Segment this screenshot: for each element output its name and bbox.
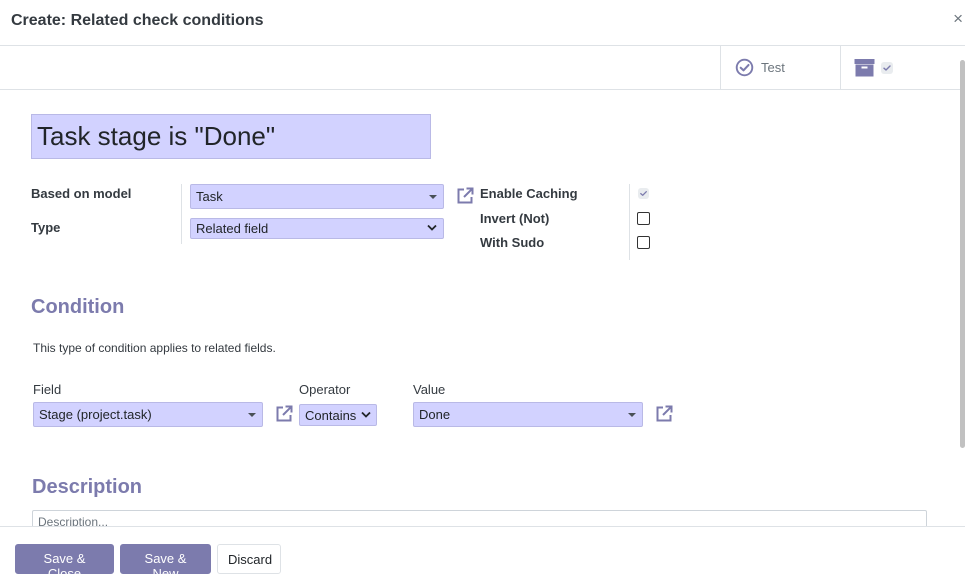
invert-checkbox[interactable] bbox=[637, 212, 650, 225]
type-select[interactable]: Related field bbox=[190, 218, 444, 239]
with-sudo-label: With Sudo bbox=[480, 235, 545, 250]
dropdown-caret-icon bbox=[429, 195, 437, 199]
value-value: Done bbox=[419, 407, 451, 422]
dialog-footer: Save & Close Save & New Discard bbox=[0, 526, 965, 584]
value-select[interactable]: Done bbox=[413, 402, 643, 427]
field-select[interactable]: Stage (project.task) bbox=[33, 402, 263, 427]
field-label: Field bbox=[33, 382, 62, 397]
type-label: Type bbox=[31, 220, 61, 235]
scrollbar[interactable] bbox=[960, 60, 965, 448]
label-divider-right bbox=[629, 184, 630, 260]
dialog-title: Create: Related check conditions bbox=[11, 12, 264, 29]
check-circle-icon bbox=[735, 58, 754, 77]
based-on-model-select[interactable]: Task bbox=[190, 184, 444, 209]
enable-caching-label: Enable Caching bbox=[480, 186, 578, 201]
save-new-button[interactable]: Save & New bbox=[120, 544, 211, 581]
external-link-icon[interactable] bbox=[654, 404, 674, 424]
archive-toggle-check bbox=[881, 61, 893, 74]
external-link-icon[interactable] bbox=[274, 404, 294, 424]
value-label: Value bbox=[413, 382, 446, 397]
description-section-title: Description bbox=[32, 476, 143, 498]
type-value: Related field bbox=[196, 221, 269, 236]
smart-button-box: Test bbox=[0, 46, 965, 90]
with-sudo-checkbox[interactable] bbox=[637, 236, 650, 249]
archive-toggle-button[interactable] bbox=[840, 46, 960, 89]
based-on-model-label: Based on model bbox=[31, 186, 132, 201]
dialog-header: Create: Related check conditions × bbox=[0, 0, 965, 46]
external-link-icon[interactable] bbox=[455, 186, 475, 206]
test-button-label: Test bbox=[761, 60, 785, 75]
condition-section-title: Condition bbox=[31, 296, 125, 318]
dropdown-caret-icon bbox=[248, 413, 256, 417]
chevron-down-icon bbox=[427, 224, 437, 231]
dropdown-caret-icon bbox=[628, 413, 636, 417]
chevron-down-icon bbox=[361, 411, 371, 418]
test-button[interactable]: Test bbox=[720, 46, 840, 89]
discard-button[interactable]: Discard bbox=[217, 544, 281, 574]
archive-icon bbox=[854, 59, 875, 77]
condition-help-text: This type of condition applies to relate… bbox=[33, 341, 276, 355]
operator-label: Operator bbox=[299, 382, 351, 397]
enable-caching-checkbox bbox=[638, 188, 649, 199]
condition-name-input[interactable]: Task stage is "Done" bbox=[31, 114, 431, 159]
operator-select[interactable]: Contains bbox=[299, 404, 377, 426]
save-close-button[interactable]: Save & Close bbox=[15, 544, 114, 581]
field-value: Stage (project.task) bbox=[39, 407, 152, 422]
close-icon[interactable]: × bbox=[953, 9, 963, 29]
operator-value: Contains bbox=[305, 408, 357, 423]
label-divider bbox=[181, 184, 182, 244]
invert-label: Invert (Not) bbox=[480, 211, 550, 226]
based-on-model-value: Task bbox=[196, 189, 223, 204]
